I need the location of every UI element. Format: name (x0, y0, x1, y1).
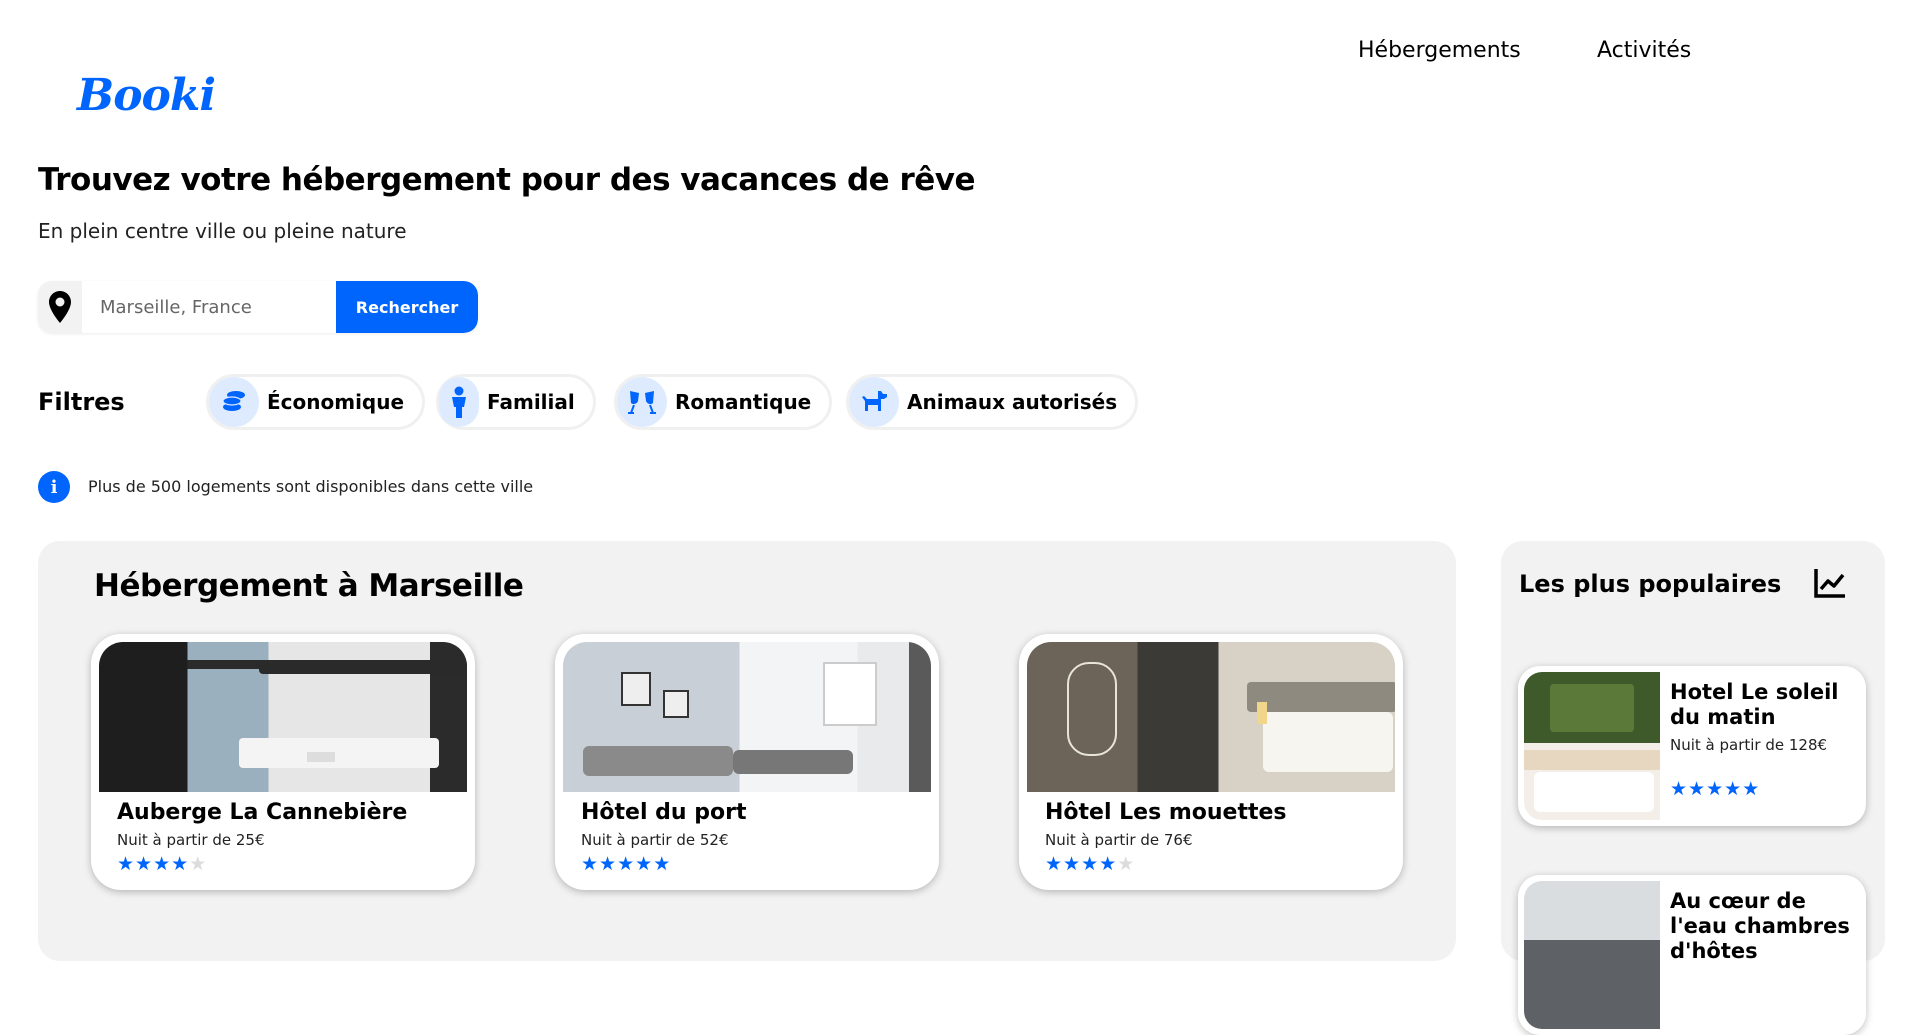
star-filled-icon: ★ (117, 853, 136, 875)
star-rating: ★★★★★ (581, 853, 931, 875)
hotel-photo (1524, 672, 1660, 820)
star-rating: ★★★★★ (1045, 853, 1395, 875)
filter-animaux[interactable]: Animaux autorisés (846, 374, 1139, 430)
chart-line-icon (1813, 567, 1847, 603)
location-pin-icon (38, 281, 82, 333)
star-filled-icon: ★ (1081, 853, 1100, 875)
card-title: Hôtel du port (581, 800, 747, 825)
nav-link-activites[interactable]: Activités (1597, 38, 1691, 63)
star-filled-icon: ★ (171, 853, 190, 875)
star-filled-icon: ★ (599, 853, 618, 875)
hotel-photo (563, 642, 931, 792)
accommodation-card-3[interactable]: Hôtel Les mouettes Nuit à partir de 76€ … (1019, 634, 1403, 890)
logo[interactable]: Booki (77, 70, 216, 121)
dog-icon (849, 377, 899, 427)
filter-label: Familial (487, 390, 575, 414)
star-filled-icon: ★ (653, 853, 672, 875)
info-icon: i (38, 471, 70, 503)
star-filled-icon: ★ (581, 853, 600, 875)
filter-economique[interactable]: Économique (206, 374, 426, 430)
star-filled-icon: ★ (1670, 778, 1689, 800)
search-input[interactable] (82, 281, 336, 333)
star-filled-icon: ★ (135, 853, 154, 875)
star-filled-icon: ★ (635, 853, 654, 875)
star-empty-icon: ★ (189, 853, 208, 875)
card-title: Auberge La Cannebière (117, 800, 408, 825)
filters-label: Filtres (38, 388, 125, 416)
search-button[interactable]: Rechercher (336, 281, 478, 333)
filter-label: Romantique (675, 390, 812, 414)
nav-link-hebergements[interactable]: Hébergements (1358, 38, 1521, 63)
hotel-photo (1027, 642, 1395, 792)
card-price: Nuit à partir de 128€ (1670, 736, 1828, 754)
card-title: Hotel Le soleil du matin (1670, 680, 1839, 729)
hotel-photo (99, 642, 467, 792)
star-rating: ★★★★★ (117, 853, 467, 875)
card-price: Nuit à partir de 52€ (581, 831, 729, 849)
child-icon (439, 377, 479, 427)
money-coins-icon (209, 377, 259, 427)
star-filled-icon: ★ (1063, 853, 1082, 875)
star-filled-icon: ★ (1742, 778, 1761, 800)
filter-romantique[interactable]: Romantique (614, 374, 833, 430)
popular-card-1[interactable]: Hotel Le soleil du matin Nuit à partir d… (1518, 666, 1866, 826)
card-title: Hôtel Les mouettes (1045, 800, 1287, 825)
accommodation-card-2[interactable]: Hôtel du port Nuit à partir de 52€ ★★★★★ (555, 634, 939, 890)
star-filled-icon: ★ (1045, 853, 1064, 875)
filter-label: Animaux autorisés (907, 390, 1118, 414)
hotel-photo (1524, 881, 1660, 1029)
star-filled-icon: ★ (1724, 778, 1743, 800)
star-filled-icon: ★ (1099, 853, 1118, 875)
info-text: Plus de 500 logements sont disponibles d… (88, 477, 534, 496)
card-title: Au cœur de l'eau chambres d'hôtes (1670, 889, 1850, 963)
card-price: Nuit à partir de 76€ (1045, 831, 1193, 849)
glasses-cheers-icon (617, 377, 667, 427)
star-rating: ★★★★★ (1670, 778, 1760, 800)
popular-title: Les plus populaires (1519, 570, 1782, 598)
card-price: Nuit à partir de 25€ (117, 831, 265, 849)
filter-label: Économique (267, 390, 405, 414)
star-filled-icon: ★ (1688, 778, 1707, 800)
star-filled-icon: ★ (1706, 778, 1725, 800)
popular-card-2[interactable]: Au cœur de l'eau chambres d'hôtes (1518, 875, 1866, 1035)
accommodation-card-1[interactable]: Auberge La Cannebière Nuit à partir de 2… (91, 634, 475, 890)
filter-familial[interactable]: Familial (436, 374, 596, 430)
star-filled-icon: ★ (153, 853, 172, 875)
search-form: Rechercher (38, 281, 478, 333)
section-title: Hébergement à Marseille (94, 568, 524, 604)
page-title: Trouvez votre hébergement pour des vacan… (38, 162, 976, 198)
star-empty-icon: ★ (1117, 853, 1136, 875)
page-subtitle: En plein centre ville ou pleine nature (38, 219, 407, 243)
star-filled-icon: ★ (617, 853, 636, 875)
